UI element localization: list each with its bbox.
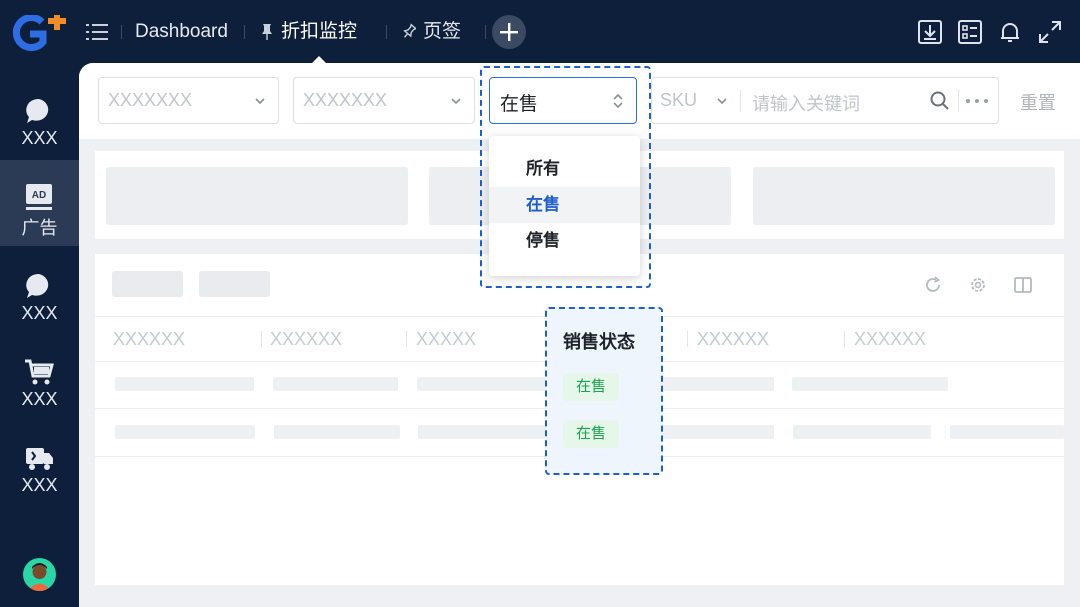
chevron-down-icon [255,98,265,105]
sales-status-column-highlight: 销售状态 在售 在售 [545,307,663,475]
ad-icon: AD [26,184,52,210]
chevron-down-icon[interactable] [716,95,728,107]
status-badge: 在售 [563,420,619,448]
column-header[interactable]: XXXXXX [854,329,926,350]
brand-logo[interactable] [10,15,68,51]
cell-placeholder [115,377,254,391]
dropdown-option-on-sale[interactable]: 在售 [489,187,640,223]
refresh-icon[interactable] [923,275,943,295]
top-bar: Dashboard 折扣监控 页签 [0,0,1080,64]
pin-outline-icon[interactable] [402,23,416,41]
divider [958,90,959,112]
sidebar-item-xxx-4[interactable]: XXX [0,421,79,507]
tab-separator [244,25,245,39]
filter-select-2[interactable]: XXXXXXX [293,77,475,124]
cell-placeholder [792,377,948,391]
svg-text:AD: AD [32,190,46,201]
sidebar-item-ads[interactable]: AD 广告 [0,160,79,246]
columns-icon[interactable] [1013,275,1033,295]
cart-icon [25,359,54,385]
column-separator [261,331,262,347]
sidebar-item-label: XXX [21,389,58,409]
checklist-icon[interactable] [957,19,983,45]
cell-placeholder [950,425,1064,439]
toolbar-button-placeholder[interactable] [199,271,270,297]
delivery-truck-icon [26,448,53,470]
toolbar-button-placeholder[interactable] [112,271,183,297]
cell-placeholder [793,425,931,439]
sku-search-box[interactable]: SKU 请输入关键词 [651,77,999,124]
chat-bubble-icon [26,98,49,123]
more-icon[interactable] [965,98,989,104]
sidebar-item-xxx-2[interactable]: XXX [0,249,79,335]
tab-separator [121,25,122,39]
column-separator [406,331,407,347]
search-icon[interactable] [930,91,950,111]
sidebar-item-xxx-1[interactable]: XXX [0,74,79,160]
sku-select-label[interactable]: SKU [660,90,697,111]
dropdown-option-all[interactable]: 所有 [489,151,640,187]
cell-placeholder [273,377,398,391]
tab-discount-monitor[interactable]: 折扣监控 [281,18,357,46]
column-header[interactable]: XXXXXX [113,329,185,350]
select-placeholder: XXXXXXX [303,90,388,110]
column-separator [844,331,845,347]
filter-select-1[interactable]: XXXXXXX [98,77,279,124]
cell-placeholder [274,425,400,439]
sidebar-item-label: XXX [21,303,58,323]
sidebar-item-label: 广告 [21,218,58,238]
sidebar-item-label: XXX [21,475,58,495]
status-badge: 在售 [563,373,619,401]
cell-placeholder [418,425,548,439]
download-icon[interactable] [917,19,943,45]
bell-icon[interactable] [997,19,1023,45]
placeholder-block [106,167,408,225]
keyword-input[interactable]: 请输入关键词 [752,90,860,116]
column-header[interactable]: XXXXXX [697,329,769,350]
status-dropdown-menu: 所有 在售 停售 [489,136,640,276]
tab-separator [485,25,486,39]
sidebar: XXX AD 广告 XXX XXX XXX [0,63,79,607]
column-header[interactable]: XXXXX [416,329,476,350]
user-avatar[interactable] [23,558,56,591]
cell-placeholder [417,377,547,391]
add-tab-button[interactable] [492,15,526,49]
column-header[interactable]: XXXXXX [270,329,342,350]
chevron-down-icon [451,98,461,105]
tab-dashboard[interactable]: Dashboard [135,18,228,46]
sidebar-item-label: XXX [21,128,58,148]
plus-icon [500,23,518,41]
reset-button[interactable]: 重置 [1020,89,1056,115]
settings-icon[interactable] [968,275,988,295]
tab-separator [386,25,387,39]
chat-bubble-icon [26,273,49,298]
column-separator [687,331,688,347]
placeholder-block [753,167,1055,225]
dropdown-option-off-sale[interactable]: 停售 [489,223,640,259]
sidebar-item-xxx-3[interactable]: XXX [0,335,79,421]
select-placeholder: XXXXXXX [108,90,193,110]
menu-collapse-icon[interactable] [86,22,108,42]
column-header-sales-status[interactable]: 销售状态 [563,328,635,354]
avatar-figure [28,563,51,591]
tab-bookmark[interactable]: 页签 [423,18,461,46]
divider [740,90,741,112]
fullscreen-icon[interactable] [1037,19,1063,45]
pin-icon[interactable] [260,23,274,41]
cell-placeholder [115,425,255,439]
